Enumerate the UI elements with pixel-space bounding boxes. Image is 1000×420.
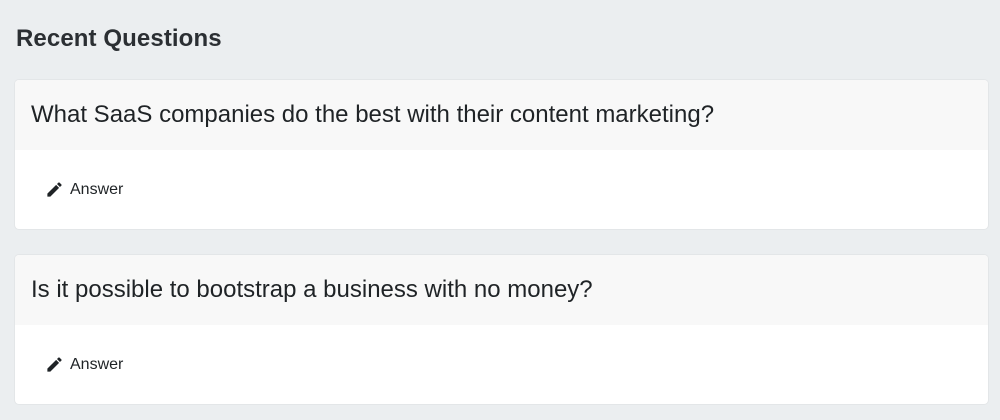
question-header: What SaaS companies do the best with the…: [15, 80, 988, 150]
section-title: Recent Questions: [16, 25, 222, 52]
question-title[interactable]: What SaaS companies do the best with the…: [31, 100, 714, 130]
answer-label: Answer: [70, 355, 124, 373]
answer-button[interactable]: Answer: [45, 180, 123, 199]
question-actions: Answer: [15, 325, 988, 404]
pencil-icon: [45, 355, 64, 374]
answer-button[interactable]: Answer: [45, 355, 123, 374]
question-actions: Answer: [15, 150, 988, 229]
question-header: Is it possible to bootstrap a business w…: [15, 255, 988, 325]
question-title[interactable]: Is it possible to bootstrap a business w…: [31, 275, 593, 305]
answer-label: Answer: [70, 180, 124, 198]
pencil-icon: [45, 180, 64, 199]
question-card: Is it possible to bootstrap a business w…: [15, 255, 988, 404]
question-card: What SaaS companies do the best with the…: [15, 80, 988, 229]
